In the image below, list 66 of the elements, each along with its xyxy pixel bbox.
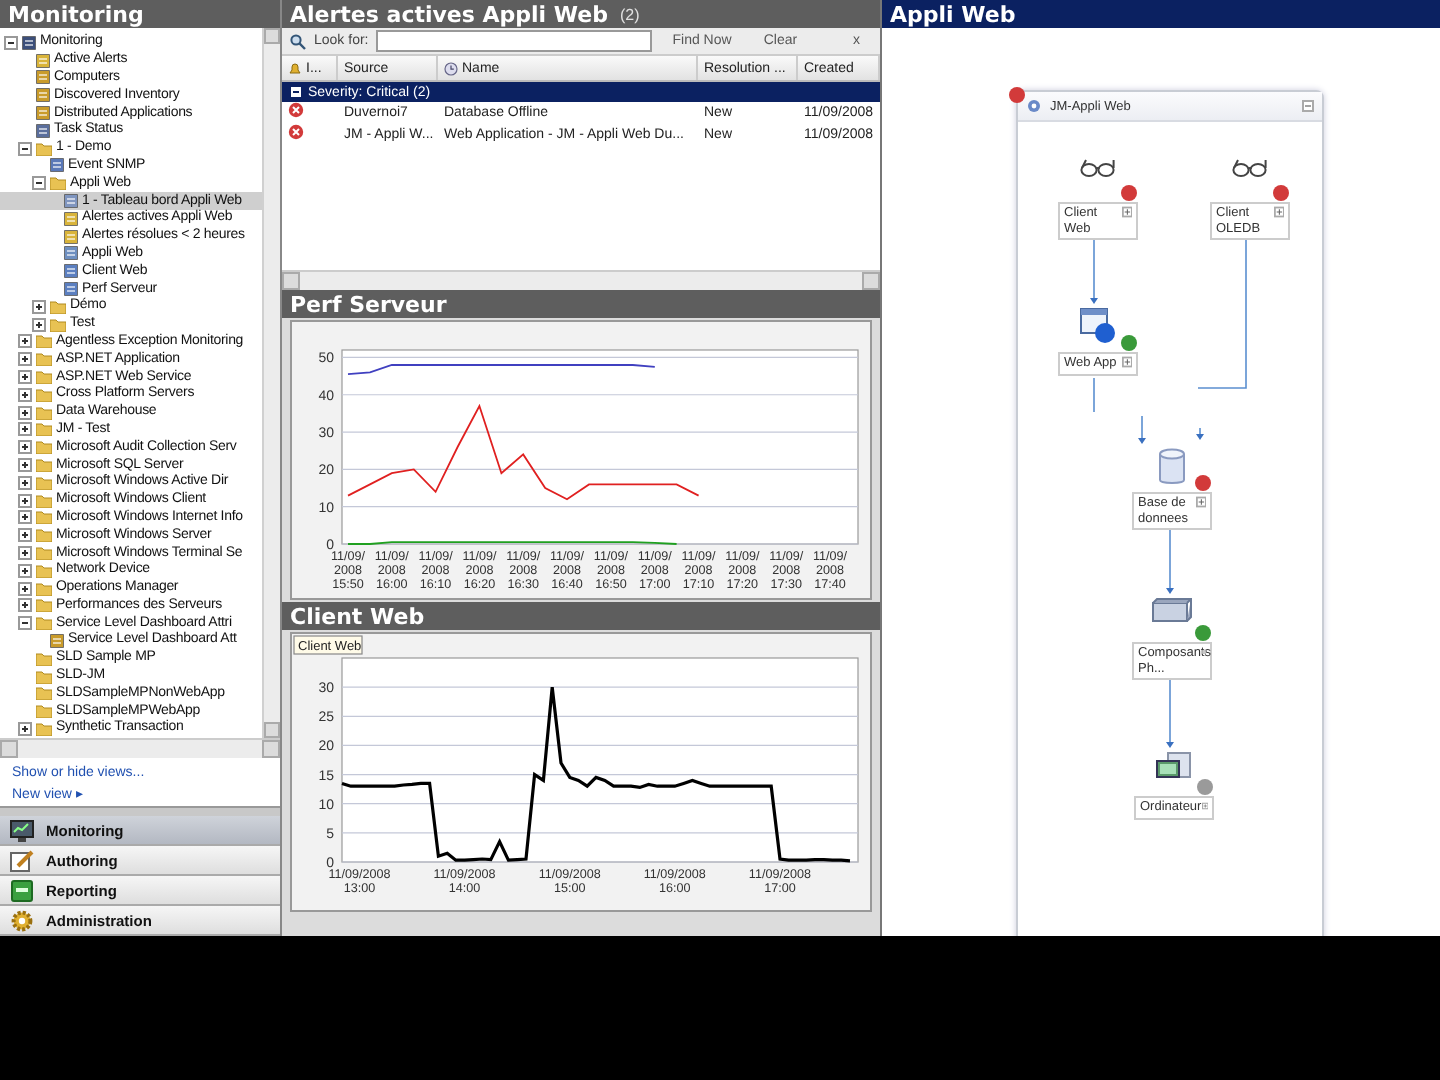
connector-arrow [1166,525,1174,594]
gear-icon [10,909,34,931]
view-icon [50,158,64,173]
view-icon [22,35,36,50]
expander-icon[interactable] [18,616,32,631]
component-icon [1152,598,1192,622]
scrollbar[interactable] [262,28,280,738]
expand-icon[interactable] [1273,206,1284,218]
search-icon [290,33,306,49]
pane-title: Client Web [290,603,425,629]
pane-title: Perf Serveur [290,291,447,317]
expand-icon[interactable] [1121,206,1132,218]
connector-arrow [1196,427,1204,440]
expander-icon[interactable] [18,370,32,385]
expander-icon[interactable] [18,387,32,402]
expander-icon[interactable] [18,352,32,367]
view-icon [36,88,50,103]
expander-icon[interactable] [18,475,32,490]
view-icon [50,633,64,648]
expander-icon[interactable] [4,35,18,50]
folder-icon [36,141,52,156]
connector-arrow [1090,239,1098,304]
database-icon [1158,448,1186,486]
view-icon [64,264,78,279]
expander-icon[interactable] [18,598,32,613]
expander-icon[interactable] [18,334,32,349]
bell-icon [288,61,302,75]
expander-icon[interactable] [18,458,32,473]
pane-title: Alertes actives Appli Web [290,1,608,27]
expander-icon[interactable] [32,317,46,332]
monitor-icon [10,819,34,841]
web-app-icon [1080,308,1116,344]
expander-icon[interactable] [32,299,46,314]
collapse-icon[interactable] [290,86,302,98]
view-icon [64,282,78,297]
scrollbar[interactable] [282,270,880,290]
expander-icon[interactable] [18,721,32,736]
expander-icon[interactable] [18,141,32,156]
expand-icon[interactable] [1121,356,1132,368]
expander-icon[interactable] [18,528,32,543]
expander-icon[interactable] [18,493,32,508]
expander-icon[interactable] [18,440,32,455]
glasses-icon [1080,158,1116,178]
search-field[interactable] [376,30,653,52]
computer-icon [1156,752,1192,780]
expander-icon[interactable] [18,546,32,560]
expander-icon[interactable] [18,422,32,437]
pencil-icon [10,849,34,871]
report-icon [10,879,34,901]
pane-title: Appli Web [890,1,1016,27]
critical-icon [288,102,304,118]
expander-icon[interactable] [18,581,32,596]
expander-icon[interactable] [18,510,32,525]
critical-icon [288,124,304,140]
expand-icon[interactable] [1195,496,1206,508]
expander-icon[interactable] [18,563,32,578]
expander-icon[interactable] [32,176,46,191]
group-icon [1026,98,1042,114]
glasses-icon [1232,158,1268,178]
expander-icon[interactable] [18,405,32,420]
connector-arrow [1138,415,1146,444]
connector-arrow [1166,675,1174,748]
clock-icon [444,61,458,75]
alert-count: (2) [619,5,640,23]
scrollbar[interactable] [0,738,280,758]
pane-title: Monitoring [0,0,280,28]
